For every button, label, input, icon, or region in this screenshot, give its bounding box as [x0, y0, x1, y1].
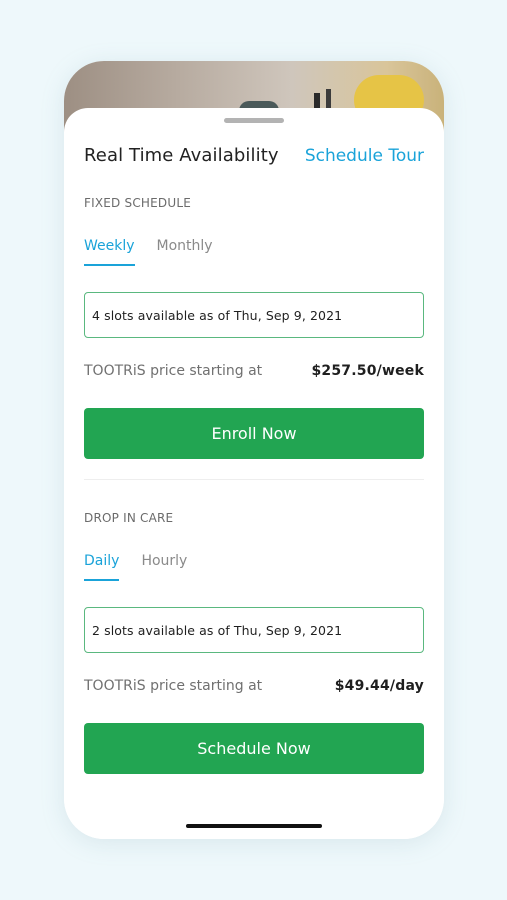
tab-monthly[interactable]: Monthly	[157, 238, 213, 266]
section-divider	[84, 479, 424, 480]
schedule-tour-link[interactable]: Schedule Tour	[305, 146, 424, 166]
page-title: Real Time Availability	[84, 145, 279, 166]
home-indicator	[186, 824, 322, 828]
tab-daily[interactable]: Daily	[84, 553, 120, 581]
fixed-schedule-tabs: Weekly Monthly	[84, 238, 213, 266]
enroll-now-button[interactable]: Enroll Now	[84, 408, 424, 459]
fixed-price-row: TOOTRiS price starting at $257.50/week	[84, 363, 424, 379]
drop-in-price-value: $49.44/day	[334, 678, 424, 694]
schedule-now-button[interactable]: Schedule Now	[84, 723, 424, 774]
drop-in-care-tabs: Daily Hourly	[84, 553, 187, 581]
sheet-header: Real Time Availability Schedule Tour	[84, 145, 424, 166]
drop-in-slots-availability: 2 slots available as of Thu, Sep 9, 2021	[84, 607, 424, 653]
drop-in-care-label: DROP IN CARE	[84, 511, 174, 525]
drop-in-price-label: TOOTRiS price starting at	[84, 678, 263, 694]
drag-handle[interactable]	[224, 118, 284, 123]
tab-hourly[interactable]: Hourly	[141, 553, 187, 581]
fixed-price-label: TOOTRiS price starting at	[84, 363, 263, 379]
availability-sheet: Real Time Availability Schedule Tour FIX…	[64, 108, 444, 839]
fixed-slots-text: 4 slots available as of Thu, Sep 9, 2021	[92, 307, 343, 323]
drop-in-price-row: TOOTRiS price starting at $49.44/day	[84, 678, 424, 694]
phone-frame: Real Time Availability Schedule Tour FIX…	[64, 61, 444, 839]
tab-weekly[interactable]: Weekly	[84, 238, 135, 266]
drop-in-slots-text: 2 slots available as of Thu, Sep 9, 2021	[92, 622, 343, 638]
fixed-schedule-label: FIXED SCHEDULE	[84, 196, 191, 210]
fixed-price-value: $257.50/week	[311, 363, 424, 379]
fixed-slots-availability: 4 slots available as of Thu, Sep 9, 2021	[84, 292, 424, 338]
